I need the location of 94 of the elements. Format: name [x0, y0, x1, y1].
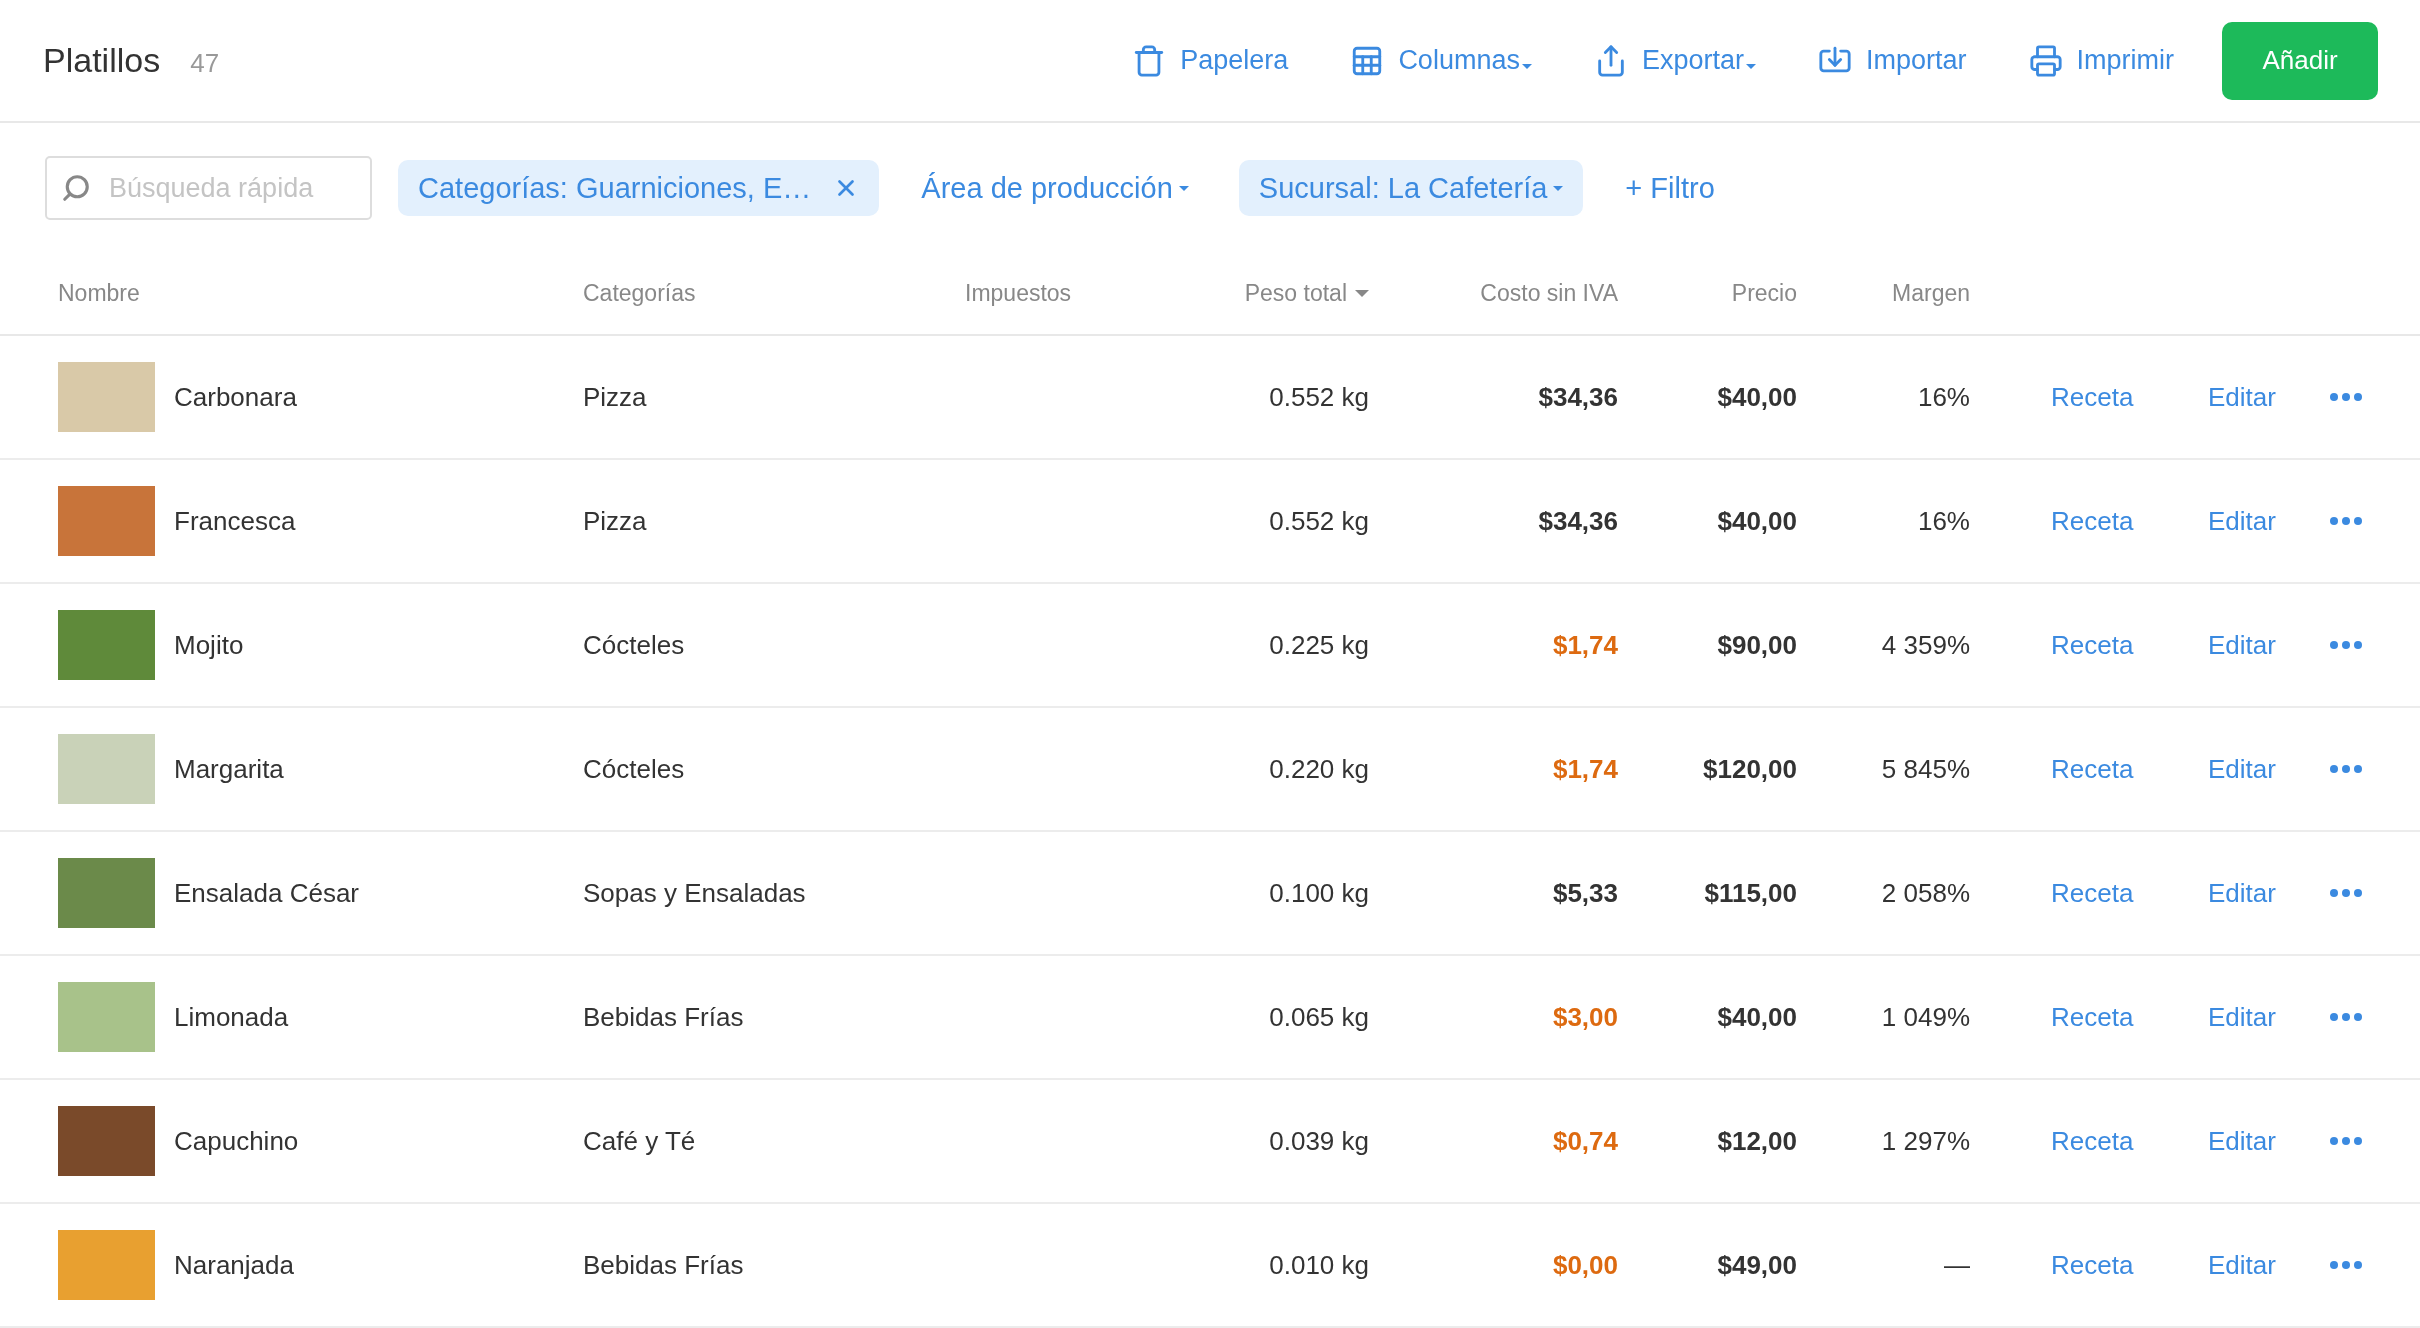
toolbar-button[interactable]: Papelera — [1132, 43, 1289, 78]
category-cell-text: Bebidas Frías — [583, 1249, 745, 1281]
margin-cell-text: 1 297% — [1880, 1125, 1970, 1157]
margin-cell-text: 1 049% — [1880, 1001, 1970, 1033]
column-header[interactable]: Margen — [1797, 280, 1970, 308]
weight-cell-text: 0.225 kg — [1268, 629, 1369, 661]
weight-cell-text: 0.552 kg — [1268, 381, 1369, 413]
price-cell-text: $120,00 — [1702, 753, 1797, 785]
price-cell-text: $40,00 — [1716, 381, 1797, 413]
more-icon[interactable] — [2330, 1261, 2362, 1269]
edit-link[interactable]: Editar — [2208, 1001, 2276, 1033]
cost-cell-text: $1,74 — [1551, 753, 1618, 785]
more-icon[interactable] — [2330, 517, 2362, 525]
search-box[interactable]: Búsqueda rápida — [45, 156, 372, 221]
more-icon[interactable] — [2330, 1013, 2362, 1021]
dish-name: Margarita — [174, 753, 284, 785]
weight-cell-text: 0.100 kg — [1268, 877, 1369, 909]
dish-name: Mojito — [174, 629, 244, 661]
toolbar-button[interactable]: Exportar — [1593, 43, 1756, 78]
category-cell-text: Sopas y Ensaladas — [583, 877, 807, 909]
weight-cell-text: 0.065 kg — [1268, 1001, 1369, 1033]
column-header[interactable]: Peso total — [1187, 280, 1369, 308]
price-cell-text: $40,00 — [1716, 505, 1797, 537]
column-header[interactable]: Categorías — [583, 280, 965, 308]
recipe-link[interactable]: Receta — [2051, 629, 2134, 661]
more-icon[interactable] — [2330, 641, 2362, 649]
margin-cell-text: 4 359% — [1880, 629, 1970, 661]
margin-cell-text: 2 058% — [1880, 877, 1970, 909]
cost-cell-text: $34,36 — [1537, 381, 1618, 413]
column-header[interactable]: Nombre — [58, 280, 583, 308]
recipe-link[interactable]: Receta — [2051, 1249, 2134, 1281]
toolbar-button[interactable]: Columnas — [1350, 43, 1532, 78]
add-button[interactable]: Añadir — [2222, 21, 2378, 100]
page-title: Platillos — [43, 41, 161, 81]
filter-chip[interactable]: Sucursal: La Cafetería — [1238, 160, 1584, 217]
column-header[interactable]: Costo sin IVA — [1369, 280, 1618, 308]
filter-link[interactable]: Área de producción — [901, 160, 1209, 217]
edit-link[interactable]: Editar — [2208, 1125, 2276, 1157]
price-cell-text: $115,00 — [1703, 877, 1797, 909]
recipe-link[interactable]: Receta — [2051, 1001, 2134, 1033]
weight-cell-text: 0.010 kg — [1268, 1249, 1369, 1281]
category-cell-text: Cócteles — [583, 629, 686, 661]
cost-cell-text: $3,00 — [1551, 1001, 1618, 1033]
category-cell-text: Café y Té — [583, 1125, 697, 1157]
more-icon[interactable] — [2330, 1137, 2362, 1145]
dish-name: Francesca — [174, 505, 296, 537]
printer-icon — [2028, 43, 2063, 78]
cost-cell-text: $1,74 — [1551, 629, 1618, 661]
cost-cell-text: $5,33 — [1551, 877, 1618, 909]
price-cell-text: $90,00 — [1716, 629, 1797, 661]
price-cell-text: $12,00 — [1716, 1125, 1797, 1157]
dish-name: Carbonara — [174, 381, 297, 413]
category-cell-text: Cócteles — [583, 753, 686, 785]
margin-cell-text: 5 845% — [1880, 753, 1970, 785]
recipe-link[interactable]: Receta — [2051, 505, 2134, 537]
weight-cell-text: 0.039 kg — [1268, 1125, 1369, 1157]
edit-link[interactable]: Editar — [2208, 629, 2276, 661]
recipe-link[interactable]: Receta — [2051, 753, 2134, 785]
toolbar-button[interactable]: Importar — [1818, 43, 1967, 78]
margin-cell-text: 16% — [1916, 505, 1970, 537]
weight-cell-text: 0.220 kg — [1268, 753, 1369, 785]
price-cell-text: $40,00 — [1716, 1001, 1797, 1033]
weight-cell-text: 0.552 kg — [1268, 505, 1369, 537]
category-cell-text: Bebidas Frías — [583, 1001, 745, 1033]
edit-link[interactable]: Editar — [2208, 877, 2276, 909]
dish-name: Ensalada César — [174, 877, 359, 909]
category-cell-text: Pizza — [583, 381, 648, 413]
dish-name: Limonada — [174, 1001, 289, 1033]
recipe-link[interactable]: Receta — [2051, 381, 2134, 413]
toolbar-button[interactable]: Imprimir — [2028, 43, 2174, 78]
more-icon[interactable] — [2330, 889, 2362, 897]
edit-link[interactable]: Editar — [2208, 753, 2276, 785]
column-header[interactable]: Impuestos — [965, 280, 1187, 308]
category-cell-text: Pizza — [583, 505, 648, 537]
filter-chip[interactable]: Categorías: Guarniciones, E… — [398, 160, 880, 217]
edit-link[interactable]: Editar — [2208, 505, 2276, 537]
more-icon[interactable] — [2330, 765, 2362, 773]
recipe-link[interactable]: Receta — [2051, 877, 2134, 909]
price-cell-text: $49,00 — [1716, 1249, 1797, 1281]
search-icon — [61, 173, 91, 204]
filter-link[interactable]: + Filtro — [1605, 160, 1735, 217]
dish-name: Naranjada — [174, 1249, 294, 1281]
cost-cell-text: $34,36 — [1537, 505, 1618, 537]
column-header[interactable]: Precio — [1618, 280, 1797, 308]
margin-cell-text: — — [1943, 1249, 1970, 1281]
recipe-link[interactable]: Receta — [2051, 1125, 2134, 1157]
edit-link[interactable]: Editar — [2208, 1249, 2276, 1281]
edit-link[interactable]: Editar — [2208, 381, 2276, 413]
dish-name: Capuchino — [174, 1125, 299, 1157]
margin-cell-text: 16% — [1916, 381, 1970, 413]
more-icon[interactable] — [2330, 393, 2362, 401]
item-count: 47 — [190, 48, 220, 80]
cost-cell-text: $0,74 — [1551, 1125, 1618, 1157]
cost-cell-text: $0,00 — [1551, 1249, 1618, 1281]
